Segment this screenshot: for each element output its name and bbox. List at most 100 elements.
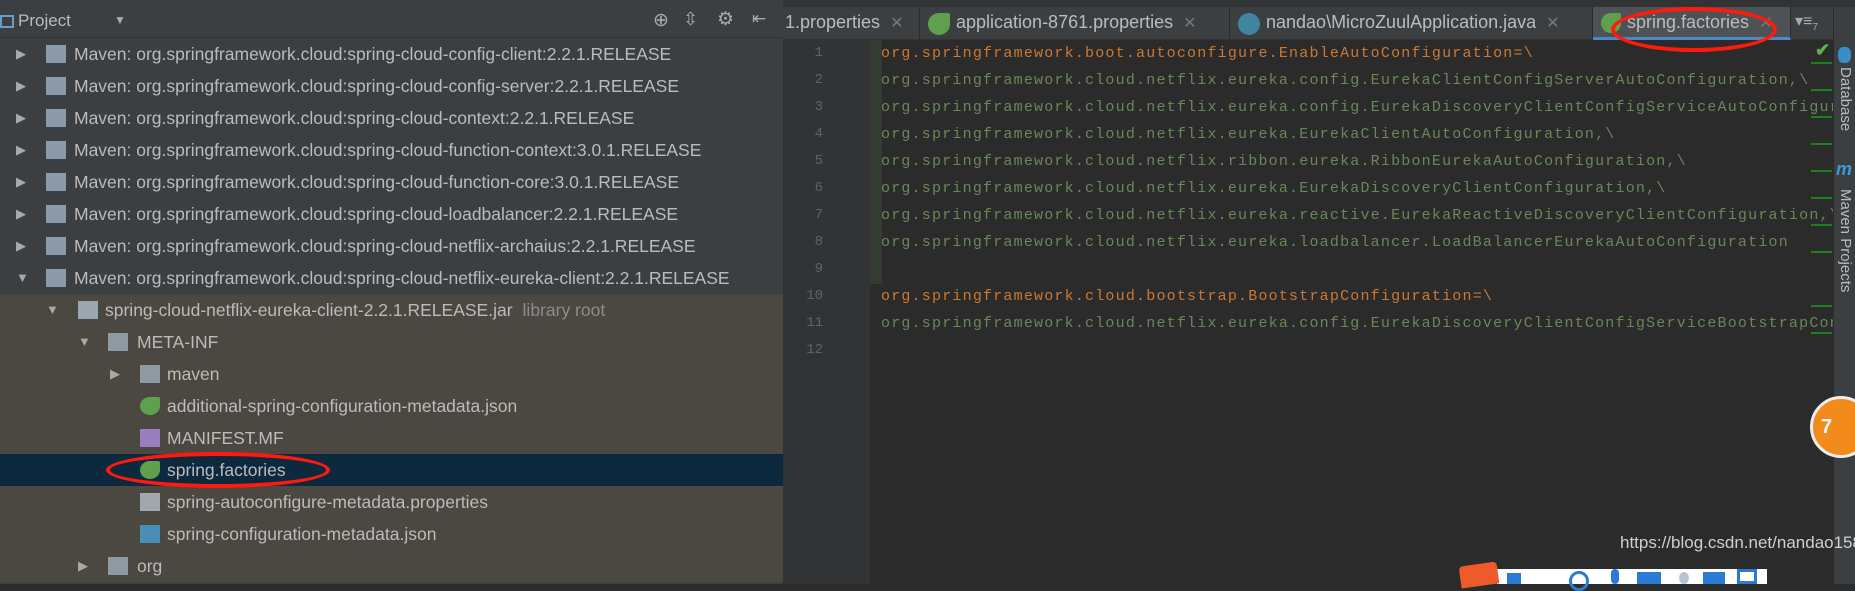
collapsed-arrow-icon[interactable]: ▶ bbox=[16, 70, 26, 102]
tree-row-label: META-INF bbox=[137, 332, 219, 352]
panel-title[interactable]: Project bbox=[18, 11, 71, 31]
change-marker[interactable] bbox=[1811, 332, 1832, 334]
watermark: https://blog.csdn.net/nandao158 bbox=[1620, 533, 1855, 552]
tree-row[interactable]: ▶ Maven: org.springframework.cloud:spring… bbox=[0, 70, 783, 102]
tree-row[interactable]: ▶ Maven: org.springframework.cloud:spring… bbox=[0, 102, 783, 134]
tab-micro-zuul-application[interactable]: nandao\MicroZuulApplication.java ✕ bbox=[1230, 7, 1593, 40]
tree-row-text: Maven: org.springframework.cloud:spring-… bbox=[74, 262, 730, 294]
change-marker[interactable] bbox=[1811, 89, 1832, 91]
collapsed-arrow-icon[interactable]: ▶ bbox=[16, 134, 26, 166]
tree-row-label: Maven: org.springframework.cloud:spring-… bbox=[74, 204, 679, 224]
spring-json-icon bbox=[140, 397, 160, 415]
folder-icon bbox=[140, 365, 160, 383]
ime-emoji-icon[interactable] bbox=[1569, 571, 1589, 591]
change-marker[interactable] bbox=[1811, 224, 1832, 226]
tab-list-icon[interactable]: ▾≡7 bbox=[1795, 11, 1818, 33]
tree-row[interactable]: MANIFEST.MF bbox=[0, 422, 783, 454]
line-number: 6 bbox=[814, 180, 823, 196]
change-marker[interactable] bbox=[1811, 197, 1832, 199]
code-line[interactable]: org.springframework.boot.autoconfigure.E… bbox=[881, 40, 1534, 67]
code-line[interactable]: org.springframework.cloud.netflix.eureka… bbox=[881, 67, 1809, 94]
ime-toolbox-icon[interactable] bbox=[1737, 569, 1757, 584]
tree-row-text: maven bbox=[167, 358, 220, 390]
tab-application-8761-properties[interactable]: application-8761.properties ✕ bbox=[920, 7, 1230, 40]
tab-label: 1.properties bbox=[785, 12, 881, 32]
change-marker[interactable] bbox=[1811, 116, 1832, 118]
java-class-icon bbox=[1238, 13, 1260, 35]
collapsed-arrow-icon[interactable]: ▶ bbox=[16, 102, 26, 134]
tree-row-text: additional-spring-configuration-metadata… bbox=[167, 390, 517, 422]
expanded-arrow-icon[interactable]: ▼ bbox=[46, 294, 59, 326]
close-icon[interactable]: ✕ bbox=[1183, 15, 1196, 32]
tree-row-label: Maven: org.springframework.cloud:spring-… bbox=[74, 140, 702, 160]
change-marker[interactable] bbox=[1811, 305, 1832, 307]
tree-row-text: spring-autoconfigure-metadata.properties bbox=[167, 486, 488, 518]
database-tool-button[interactable]: Database bbox=[1837, 67, 1854, 131]
tree-row[interactable]: ▶ Maven: org.springframework.cloud:spring… bbox=[0, 134, 783, 166]
tree-row-text: Maven: org.springframework.cloud:spring-… bbox=[74, 70, 679, 102]
tree-row[interactable]: ▼ spring-cloud-netflix-eureka-client-2.2.… bbox=[0, 294, 783, 326]
collapsed-arrow-icon[interactable]: ▶ bbox=[16, 230, 26, 262]
code-line[interactable]: org.springframework.cloud.netflix.eureka… bbox=[881, 121, 1616, 148]
project-panel: Project ▼ ⊕ ⇳ ⚙ ⇤ ▶ Maven: org.springfram… bbox=[0, 0, 783, 584]
change-marker[interactable] bbox=[1811, 62, 1832, 64]
ime-toolbar bbox=[1458, 561, 1767, 591]
tree-row[interactable]: ▶ Maven: org.springframework.cloud:spring… bbox=[0, 198, 783, 230]
ime-chinese-icon[interactable] bbox=[1507, 573, 1521, 584]
ime-user-icon[interactable] bbox=[1679, 572, 1689, 584]
tab-label: nandao\MicroZuulApplication.java bbox=[1266, 12, 1537, 32]
close-icon[interactable]: ✕ bbox=[890, 15, 903, 32]
tree-row[interactable]: spring-autoconfigure-metadata.properties bbox=[0, 486, 783, 518]
ime-keyboard-icon[interactable] bbox=[1637, 572, 1661, 584]
code-line[interactable]: org.springframework.cloud.netflix.eureka… bbox=[881, 310, 1855, 337]
hide-icon[interactable]: ⇤ bbox=[752, 9, 766, 29]
tree-row[interactable]: additional-spring-configuration-metadata… bbox=[0, 390, 783, 422]
right-tool-strip: Database m Maven Projects bbox=[1833, 7, 1855, 584]
code-line[interactable]: org.springframework.cloud.bootstrap.Boot… bbox=[881, 283, 1493, 310]
collapsed-arrow-icon[interactable]: ▶ bbox=[16, 198, 26, 230]
code-line[interactable]: org.springframework.cloud.netflix.eureka… bbox=[881, 202, 1840, 229]
expanded-arrow-icon[interactable]: ▼ bbox=[78, 326, 91, 358]
close-icon[interactable]: ✕ bbox=[1546, 15, 1559, 32]
tree-row-text: org bbox=[137, 550, 162, 582]
editor-tabs: 1.properties ✕ application-8761.propertie… bbox=[783, 7, 1833, 52]
code-line[interactable]: org.springframework.cloud.netflix.eureka… bbox=[881, 94, 1855, 121]
tree-row[interactable]: ▶ maven bbox=[0, 358, 783, 390]
library-icon bbox=[46, 237, 66, 255]
change-marker[interactable] bbox=[1811, 143, 1832, 145]
annotation-ellipse-tab bbox=[1611, 7, 1777, 52]
gear-icon[interactable]: ⚙ bbox=[717, 8, 734, 31]
library-icon bbox=[46, 45, 66, 63]
collapsed-arrow-icon[interactable]: ▶ bbox=[16, 38, 26, 70]
locate-icon[interactable]: ⊕ bbox=[653, 9, 669, 32]
sogou-icon[interactable] bbox=[1458, 561, 1500, 589]
tree-row[interactable]: ▼ META-INF bbox=[0, 326, 783, 358]
collapse-icon[interactable]: ⇳ bbox=[683, 9, 698, 30]
tree-row[interactable]: ▼ Maven: org.springframework.cloud:spring… bbox=[0, 262, 783, 294]
tab-1-properties[interactable]: 1.properties ✕ bbox=[783, 7, 920, 40]
tree-row[interactable]: ▶ Maven: org.springframework.cloud:spring… bbox=[0, 38, 783, 70]
collapsed-arrow-icon[interactable]: ▶ bbox=[110, 358, 120, 390]
library-icon bbox=[46, 141, 66, 159]
code-line[interactable]: org.springframework.cloud.netflix.ribbon… bbox=[881, 148, 1687, 175]
code-line[interactable]: org.springframework.cloud.netflix.eureka… bbox=[881, 229, 1789, 256]
dropdown-icon[interactable]: ▼ bbox=[114, 13, 126, 27]
change-marker[interactable] bbox=[1811, 170, 1832, 172]
tree-row[interactable]: ▶ org bbox=[0, 550, 783, 582]
tree-row[interactable]: ▶ Maven: org.springframework.cloud:spring… bbox=[0, 230, 783, 262]
annotation-ellipse-tree bbox=[106, 452, 330, 488]
code-line[interactable]: org.springframework.cloud.netflix.eureka… bbox=[881, 175, 1667, 202]
expanded-arrow-icon[interactable]: ▼ bbox=[16, 262, 29, 294]
ime-mic-icon[interactable] bbox=[1611, 569, 1619, 584]
tree-row-label: spring-cloud-netflix-eureka-client-2.2.1… bbox=[105, 300, 513, 320]
collapsed-arrow-icon[interactable]: ▶ bbox=[16, 166, 26, 198]
maven-projects-tool-button[interactable]: Maven Projects bbox=[1837, 189, 1854, 292]
change-marker[interactable] bbox=[1811, 251, 1832, 253]
collapsed-arrow-icon[interactable]: ▶ bbox=[78, 550, 88, 582]
library-icon bbox=[46, 77, 66, 95]
tree-row[interactable]: spring-configuration-metadata.json bbox=[0, 518, 783, 550]
tree-row[interactable]: ▶ Maven: org.springframework.cloud:spring… bbox=[0, 166, 783, 198]
spring-properties-icon bbox=[928, 13, 950, 35]
line-number: 2 bbox=[814, 72, 823, 88]
ime-skin-icon[interactable] bbox=[1703, 572, 1725, 584]
